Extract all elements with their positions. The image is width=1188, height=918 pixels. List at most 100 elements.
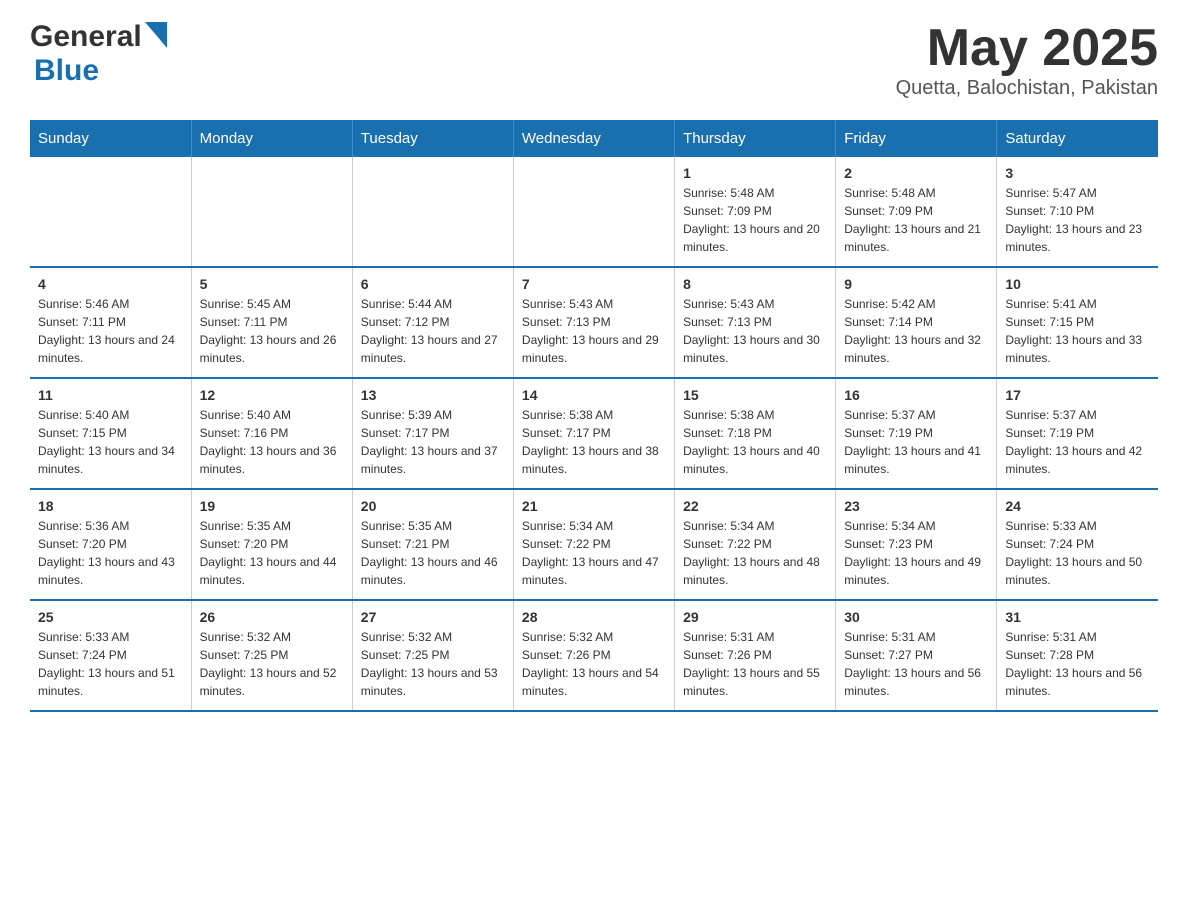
day-number: 12 [200, 387, 344, 403]
calendar-cell: 8 Sunrise: 5:43 AM Sunset: 7:13 PM Daylig… [675, 267, 836, 378]
day-info: Sunrise: 5:33 AM Sunset: 7:24 PM Dayligh… [38, 628, 183, 700]
page-header: General Blue May 2025 Quetta, Balochista… [30, 20, 1158, 100]
calendar-cell: 31Sunrise: 5:31 AM Sunset: 7:28 PM Dayli… [997, 600, 1158, 711]
day-info: Sunrise: 5:32 AM Sunset: 7:25 PM Dayligh… [200, 628, 344, 700]
day-info: Sunrise: 5:39 AM Sunset: 7:17 PM Dayligh… [361, 406, 505, 478]
calendar-cell: 13 Sunrise: 5:39 AM Sunset: 7:17 PM Dayli… [352, 378, 513, 489]
day-info: Sunrise: 5:31 AM Sunset: 7:27 PM Dayligh… [844, 628, 988, 700]
day-number: 27 [361, 609, 505, 625]
day-info: Sunrise: 5:36 AM Sunset: 7:20 PM Dayligh… [38, 517, 183, 589]
logo-general-text: General [30, 20, 142, 54]
day-header-wednesday: Wednesday [513, 120, 674, 157]
calendar-cell: 21 Sunrise: 5:34 AM Sunset: 7:22 PM Dayli… [513, 489, 674, 600]
calendar-cell: 5Sunrise: 5:45 AM Sunset: 7:11 PM Daylig… [191, 267, 352, 378]
calendar-cell: 23 Sunrise: 5:34 AM Sunset: 7:23 PM Dayli… [836, 489, 997, 600]
day-info: Sunrise: 5:43 AM Sunset: 7:13 PM Dayligh… [522, 295, 666, 367]
week-row-1: 1 Sunrise: 5:48 AM Sunset: 7:09 PM Daylig… [30, 157, 1158, 267]
calendar-cell: 27 Sunrise: 5:32 AM Sunset: 7:25 PM Dayli… [352, 600, 513, 711]
day-number: 6 [361, 276, 505, 292]
calendar-cell: 7 Sunrise: 5:43 AM Sunset: 7:13 PM Daylig… [513, 267, 674, 378]
day-info: Sunrise: 5:48 AM Sunset: 7:09 PM Dayligh… [683, 184, 827, 256]
calendar-cell: 25 Sunrise: 5:33 AM Sunset: 7:24 PM Dayli… [30, 600, 191, 711]
day-number: 16 [844, 387, 988, 403]
day-info: Sunrise: 5:43 AM Sunset: 7:13 PM Dayligh… [683, 295, 827, 367]
day-number: 21 [522, 498, 666, 514]
location-subtitle: Quetta, Balochistan, Pakistan [896, 77, 1158, 100]
day-number: 17 [1005, 387, 1150, 403]
day-number: 7 [522, 276, 666, 292]
day-number: 19 [200, 498, 344, 514]
calendar-cell: 28 Sunrise: 5:32 AM Sunset: 7:26 PM Dayli… [513, 600, 674, 711]
calendar-cell: 12 Sunrise: 5:40 AM Sunset: 7:16 PM Dayli… [191, 378, 352, 489]
day-info: Sunrise: 5:32 AM Sunset: 7:26 PM Dayligh… [522, 628, 666, 700]
day-number: 2 [844, 165, 988, 181]
day-info: Sunrise: 5:37 AM Sunset: 7:19 PM Dayligh… [844, 406, 988, 478]
calendar-cell: 4 Sunrise: 5:46 AM Sunset: 7:11 PM Daylig… [30, 267, 191, 378]
day-info: Sunrise: 5:32 AM Sunset: 7:25 PM Dayligh… [361, 628, 505, 700]
day-number: 15 [683, 387, 827, 403]
calendar-cell: 6 Sunrise: 5:44 AM Sunset: 7:12 PM Daylig… [352, 267, 513, 378]
day-info: Sunrise: 5:44 AM Sunset: 7:12 PM Dayligh… [361, 295, 505, 367]
day-info: Sunrise: 5:42 AM Sunset: 7:14 PM Dayligh… [844, 295, 988, 367]
calendar-cell: 2 Sunrise: 5:48 AM Sunset: 7:09 PM Daylig… [836, 157, 997, 267]
week-row-2: 4 Sunrise: 5:46 AM Sunset: 7:11 PM Daylig… [30, 267, 1158, 378]
day-header-saturday: Saturday [997, 120, 1158, 157]
calendar-header: SundayMondayTuesdayWednesdayThursdayFrid… [30, 120, 1158, 157]
day-info: Sunrise: 5:38 AM Sunset: 7:18 PM Dayligh… [683, 406, 827, 478]
day-header-monday: Monday [191, 120, 352, 157]
calendar-cell: 3Sunrise: 5:47 AM Sunset: 7:10 PM Daylig… [997, 157, 1158, 267]
day-number: 26 [200, 609, 344, 625]
day-info: Sunrise: 5:34 AM Sunset: 7:23 PM Dayligh… [844, 517, 988, 589]
calendar-cell: 16 Sunrise: 5:37 AM Sunset: 7:19 PM Dayli… [836, 378, 997, 489]
header-row: SundayMondayTuesdayWednesdayThursdayFrid… [30, 120, 1158, 157]
day-number: 8 [683, 276, 827, 292]
day-info: Sunrise: 5:47 AM Sunset: 7:10 PM Dayligh… [1005, 184, 1150, 256]
day-number: 23 [844, 498, 988, 514]
calendar-cell: 26 Sunrise: 5:32 AM Sunset: 7:25 PM Dayli… [191, 600, 352, 711]
calendar-cell: 10 Sunrise: 5:41 AM Sunset: 7:15 PM Dayli… [997, 267, 1158, 378]
day-number: 10 [1005, 276, 1150, 292]
calendar-cell: 22 Sunrise: 5:34 AM Sunset: 7:22 PM Dayli… [675, 489, 836, 600]
day-info: Sunrise: 5:37 AM Sunset: 7:19 PM Dayligh… [1005, 406, 1150, 478]
day-info: Sunrise: 5:40 AM Sunset: 7:16 PM Dayligh… [200, 406, 344, 478]
day-info: Sunrise: 5:35 AM Sunset: 7:21 PM Dayligh… [361, 517, 505, 589]
day-info: Sunrise: 5:48 AM Sunset: 7:09 PM Dayligh… [844, 184, 988, 256]
day-info: Sunrise: 5:34 AM Sunset: 7:22 PM Dayligh… [683, 517, 827, 589]
day-number: 28 [522, 609, 666, 625]
day-number: 20 [361, 498, 505, 514]
day-number: 9 [844, 276, 988, 292]
day-info: Sunrise: 5:34 AM Sunset: 7:22 PM Dayligh… [522, 517, 666, 589]
day-number: 5 [200, 276, 344, 292]
day-number: 30 [844, 609, 988, 625]
day-info: Sunrise: 5:31 AM Sunset: 7:28 PM Dayligh… [1005, 628, 1150, 700]
day-number: 24 [1005, 498, 1150, 514]
month-title: May 2025 [896, 20, 1158, 77]
day-header-sunday: Sunday [30, 120, 191, 157]
day-info: Sunrise: 5:41 AM Sunset: 7:15 PM Dayligh… [1005, 295, 1150, 367]
calendar-cell: 29Sunrise: 5:31 AM Sunset: 7:26 PM Dayli… [675, 600, 836, 711]
day-info: Sunrise: 5:35 AM Sunset: 7:20 PM Dayligh… [200, 517, 344, 589]
logo-blue-text: Blue [34, 54, 99, 87]
logo: General Blue [30, 20, 167, 88]
title-area: May 2025 Quetta, Balochistan, Pakistan [896, 20, 1158, 100]
day-number: 1 [683, 165, 827, 181]
day-number: 22 [683, 498, 827, 514]
day-info: Sunrise: 5:40 AM Sunset: 7:15 PM Dayligh… [38, 406, 183, 478]
day-number: 4 [38, 276, 183, 292]
calendar-cell [513, 157, 674, 267]
calendar-cell [191, 157, 352, 267]
calendar-table: SundayMondayTuesdayWednesdayThursdayFrid… [30, 120, 1158, 712]
logo-triangle-icon [145, 22, 167, 48]
day-number: 18 [38, 498, 183, 514]
calendar-body: 1 Sunrise: 5:48 AM Sunset: 7:09 PM Daylig… [30, 157, 1158, 711]
week-row-3: 11Sunrise: 5:40 AM Sunset: 7:15 PM Dayli… [30, 378, 1158, 489]
day-number: 14 [522, 387, 666, 403]
calendar-cell: 19 Sunrise: 5:35 AM Sunset: 7:20 PM Dayli… [191, 489, 352, 600]
day-header-tuesday: Tuesday [352, 120, 513, 157]
day-number: 13 [361, 387, 505, 403]
calendar-cell: 9 Sunrise: 5:42 AM Sunset: 7:14 PM Daylig… [836, 267, 997, 378]
calendar-cell: 30 Sunrise: 5:31 AM Sunset: 7:27 PM Dayli… [836, 600, 997, 711]
day-number: 25 [38, 609, 183, 625]
day-info: Sunrise: 5:46 AM Sunset: 7:11 PM Dayligh… [38, 295, 183, 367]
calendar-cell: 15 Sunrise: 5:38 AM Sunset: 7:18 PM Dayli… [675, 378, 836, 489]
